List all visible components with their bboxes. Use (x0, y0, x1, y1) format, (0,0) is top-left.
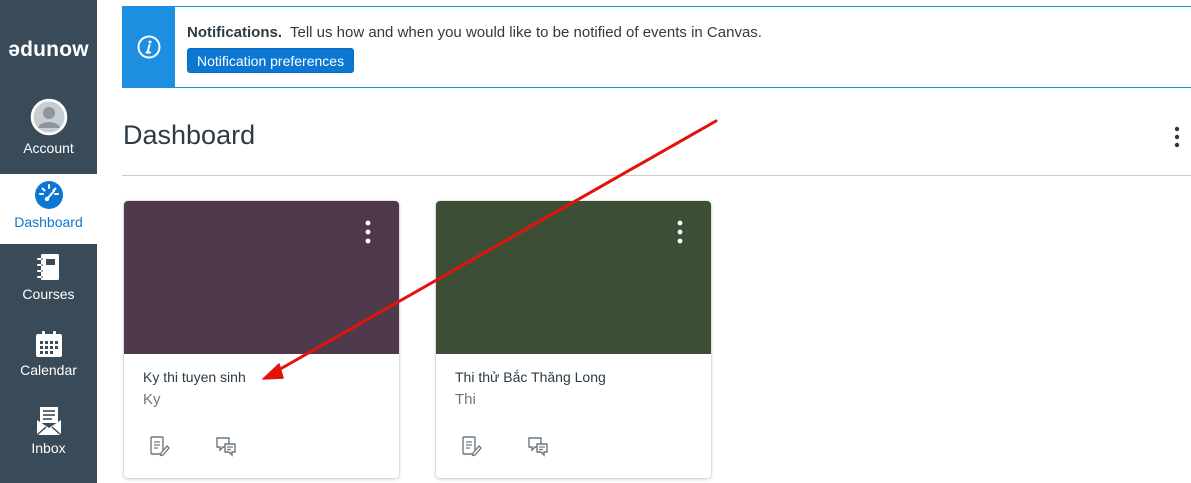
global-navigation: ədunow Account Dashboard Courses Calenda… (0, 0, 97, 483)
course-title[interactable]: Thi thử Bắc Thăng Long (455, 369, 606, 385)
discussions-icon[interactable] (527, 435, 549, 457)
card-options-icon[interactable] (675, 219, 685, 247)
course-card-hero[interactable] (436, 201, 711, 354)
course-card-hero[interactable] (124, 201, 399, 354)
alert-icon-box (123, 7, 175, 87)
info-icon (137, 35, 161, 59)
alert-title: Notifications. (187, 24, 283, 41)
nav-label-account: Account (23, 140, 74, 156)
nav-label-inbox: Inbox (31, 440, 66, 456)
avatar-icon (30, 98, 67, 136)
assignments-icon[interactable] (148, 435, 170, 457)
nav-label-calendar: Calendar (20, 362, 77, 378)
nav-item-inbox[interactable]: Inbox (0, 406, 97, 482)
discussions-icon[interactable] (215, 435, 237, 457)
notification-alert: Notifications. Tell us how and when you … (122, 6, 1191, 88)
courses-icon (36, 254, 59, 280)
logo-text: ədunow (8, 38, 89, 61)
course-card[interactable]: Ky thi tuyen sinh Ky (124, 201, 399, 478)
card-options-icon[interactable] (363, 219, 373, 247)
header-divider (122, 175, 1191, 176)
nav-item-dashboard[interactable]: Dashboard (0, 174, 97, 244)
course-card[interactable]: Thi thử Bắc Thăng Long Thi (436, 201, 711, 478)
course-code: Ky (143, 391, 161, 408)
nav-item-courses[interactable]: Courses (0, 252, 97, 328)
page-title: Dashboard (123, 120, 256, 150)
nav-item-account[interactable]: Account (0, 98, 97, 174)
nav-label-courses: Courses (22, 286, 75, 302)
course-code: Thi (455, 391, 476, 408)
course-title[interactable]: Ky thi tuyen sinh (143, 369, 246, 385)
calendar-icon (35, 331, 62, 357)
notification-preferences-button[interactable]: Notification preferences (187, 48, 355, 73)
nav-item-calendar[interactable]: Calendar (0, 330, 97, 406)
nav-label-dashboard: Dashboard (14, 214, 83, 230)
inbox-icon (36, 407, 61, 436)
alert-text: Tell us how and when you would like to b… (290, 24, 762, 41)
brand-logo[interactable]: ədunow (0, 0, 97, 92)
kebab-menu-icon[interactable] (1170, 124, 1184, 154)
assignments-icon[interactable] (460, 435, 482, 457)
dashboard-icon (34, 181, 63, 209)
